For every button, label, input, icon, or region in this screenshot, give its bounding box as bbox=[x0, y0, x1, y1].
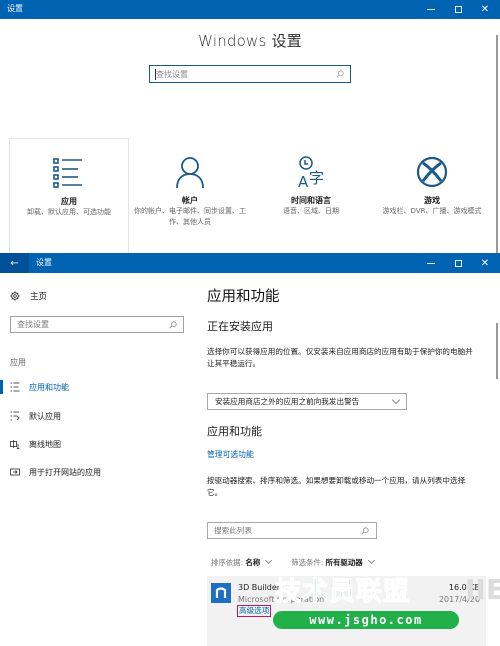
app-install-date: 2017/4/20 bbox=[438, 595, 480, 604]
apps-list-icon bbox=[53, 158, 82, 188]
minimize-button[interactable] bbox=[420, 0, 442, 19]
search-icon bbox=[361, 527, 369, 535]
dropdown-value: 安装应用商店之外的应用之前向我发出警告 bbox=[215, 397, 360, 406]
apps-features-icon bbox=[10, 382, 20, 392]
search-placeholder: 查找设置 bbox=[17, 320, 49, 329]
close-button[interactable]: ✕ bbox=[474, 253, 496, 273]
minimize-icon bbox=[427, 9, 435, 10]
sort-by-dropdown[interactable]: 排序依据: 名称 bbox=[211, 556, 273, 568]
home-label: 主页 bbox=[30, 292, 48, 302]
title-bar: ← 设置 ✕ bbox=[0, 253, 500, 273]
filter-value: 所有驱动器 bbox=[325, 558, 363, 567]
app-list-item[interactable]: 3D Builder Microsoft Corporation 16.0 KB… bbox=[207, 576, 486, 646]
apps-for-websites-icon bbox=[10, 468, 20, 476]
sidebar-section-label: 应用 bbox=[10, 358, 26, 367]
minimize-button[interactable] bbox=[420, 253, 442, 273]
app-name: 3D Builder bbox=[238, 583, 281, 592]
settings-search-input[interactable]: 查找设置 bbox=[149, 65, 351, 83]
sidebar-item-label: 用于打开网站的应用 bbox=[29, 467, 101, 477]
apps-features-description: 按驱动器搜索、排序和筛选。如果想要卸载或移动一个应用，请从列表中选择它。 bbox=[207, 476, 466, 497]
tile-name: 游戏 bbox=[424, 196, 440, 205]
sidebar-item-label: 离线地图 bbox=[29, 439, 61, 449]
close-button[interactable]: ✕ bbox=[474, 0, 496, 19]
svg-text:字: 字 bbox=[309, 169, 324, 187]
sidebar-item-label: 默认应用 bbox=[29, 411, 61, 421]
page-title: Windows 设置 bbox=[198, 32, 302, 50]
scrollbar[interactable] bbox=[496, 323, 498, 379]
sidebar-search-input[interactable]: 查找设置 bbox=[10, 316, 184, 333]
app-size: 16.0 KB bbox=[448, 583, 480, 592]
sidebar-home[interactable]: 主页 bbox=[10, 290, 47, 302]
sidebar-item-default-apps[interactable]: 默认应用 bbox=[0, 407, 200, 425]
search-placeholder: 搜索此列表 bbox=[214, 526, 252, 535]
sidebar: 主页 查找设置 应用 应用和功能 默认应用 离线地图 用于打开网站的应用 bbox=[0, 273, 200, 646]
svg-text:A: A bbox=[298, 173, 309, 189]
tile-description: 游戏栏、DVR、广播、游戏模式 bbox=[382, 207, 482, 215]
main-content: 应用和功能 正在安装应用 选择你可以获得应用的位置。仅安装来自应用商店的应用有助… bbox=[207, 273, 492, 646]
sort-value: 名称 bbox=[245, 558, 261, 567]
tile-description: 你的帐户、电子邮件、同步设置、工作、其他人员 bbox=[134, 207, 246, 226]
sidebar-item-apps-features[interactable]: 应用和功能 bbox=[0, 378, 200, 396]
tile-accounts[interactable]: 帐户 你的帐户、电子邮件、同步设置、工作、其他人员 bbox=[130, 138, 250, 253]
tile-name: 帐户 bbox=[182, 196, 198, 205]
chevron-down-icon bbox=[391, 395, 401, 405]
chevron-down-icon bbox=[265, 556, 273, 565]
close-icon: ✕ bbox=[480, 257, 490, 269]
maximize-button[interactable] bbox=[447, 253, 469, 273]
xbox-icon bbox=[416, 156, 448, 188]
active-indicator bbox=[0, 380, 3, 394]
sidebar-item-offline-maps[interactable]: 离线地图 bbox=[0, 435, 200, 453]
maximize-icon bbox=[454, 6, 462, 13]
tile-name: 应用 bbox=[61, 197, 77, 206]
tile-description: 语音、区域、日期 bbox=[283, 207, 339, 215]
installing-apps-heading: 正在安装应用 bbox=[207, 320, 273, 333]
filter-label: 筛选条件: bbox=[291, 558, 324, 567]
page-title: 应用和功能 bbox=[207, 289, 280, 305]
chevron-down-icon bbox=[367, 556, 375, 565]
tile-name: 时间和语言 bbox=[291, 196, 331, 205]
apps-features-heading: 应用和功能 bbox=[207, 425, 262, 438]
sort-filter-row: 排序依据: 名称 筛选条件: 所有驱动器 bbox=[211, 556, 394, 568]
window-title: 设置 bbox=[7, 4, 23, 13]
scrollbar[interactable] bbox=[496, 35, 498, 253]
apps-features-window: ← 设置 ✕ 主页 查找设置 应用 应用和功能 默认应用 离线地图 用于打开网站… bbox=[0, 253, 500, 646]
settings-home-window: 设置 ✕ Windows 设置 查找设置 应用 卸载、默认应用、可选功能 帐户 … bbox=[0, 0, 500, 253]
gear-icon bbox=[10, 291, 20, 301]
search-icon bbox=[169, 321, 177, 329]
time-language-icon: A 字 bbox=[298, 156, 324, 189]
filter-by-dropdown[interactable]: 筛选条件: 所有驱动器 bbox=[291, 556, 375, 568]
window-title: 设置 bbox=[36, 258, 52, 267]
installing-apps-description: 选择你可以获得应用的位置。仅安装来自应用商店的应用有助于保护你的电脑并让其平稳运… bbox=[207, 347, 473, 368]
advanced-options-link[interactable]: 高级选项 bbox=[237, 605, 272, 617]
app-publisher: Microsoft Corporation bbox=[238, 595, 325, 604]
back-arrow-icon: ← bbox=[10, 257, 19, 269]
tile-apps[interactable]: 应用 卸载、默认应用、可选功能 bbox=[9, 138, 129, 253]
app-list-search-input[interactable]: 搜索此列表 bbox=[207, 522, 377, 539]
sort-label: 排序依据: bbox=[211, 558, 244, 567]
tile-time-language[interactable]: A 字 时间和语言 语音、区域、日期 bbox=[251, 138, 371, 253]
tile-description: 卸载、默认应用、可选功能 bbox=[27, 208, 111, 216]
offline-maps-icon bbox=[10, 440, 20, 449]
search-icon bbox=[336, 70, 344, 78]
back-button[interactable]: ← bbox=[0, 253, 29, 273]
search-placeholder: 查找设置 bbox=[156, 70, 188, 79]
manage-optional-features-link[interactable]: 管理可选功能 bbox=[207, 449, 254, 460]
3d-builder-app-icon bbox=[211, 583, 231, 603]
install-source-dropdown[interactable]: 安装应用商店之外的应用之前向我发出警告 bbox=[207, 393, 407, 410]
tile-gaming[interactable]: 游戏 游戏栏、DVR、广播、游戏模式 bbox=[372, 138, 492, 253]
default-apps-icon bbox=[10, 411, 20, 421]
close-icon: ✕ bbox=[480, 4, 490, 15]
sidebar-item-apps-for-websites[interactable]: 用于打开网站的应用 bbox=[0, 463, 200, 481]
title-bar: 设置 ✕ bbox=[0, 0, 500, 19]
minimize-icon bbox=[427, 262, 435, 264]
maximize-icon bbox=[454, 259, 462, 267]
maximize-button[interactable] bbox=[447, 0, 469, 19]
account-person-icon bbox=[176, 157, 204, 189]
sidebar-item-label: 应用和功能 bbox=[29, 382, 69, 392]
